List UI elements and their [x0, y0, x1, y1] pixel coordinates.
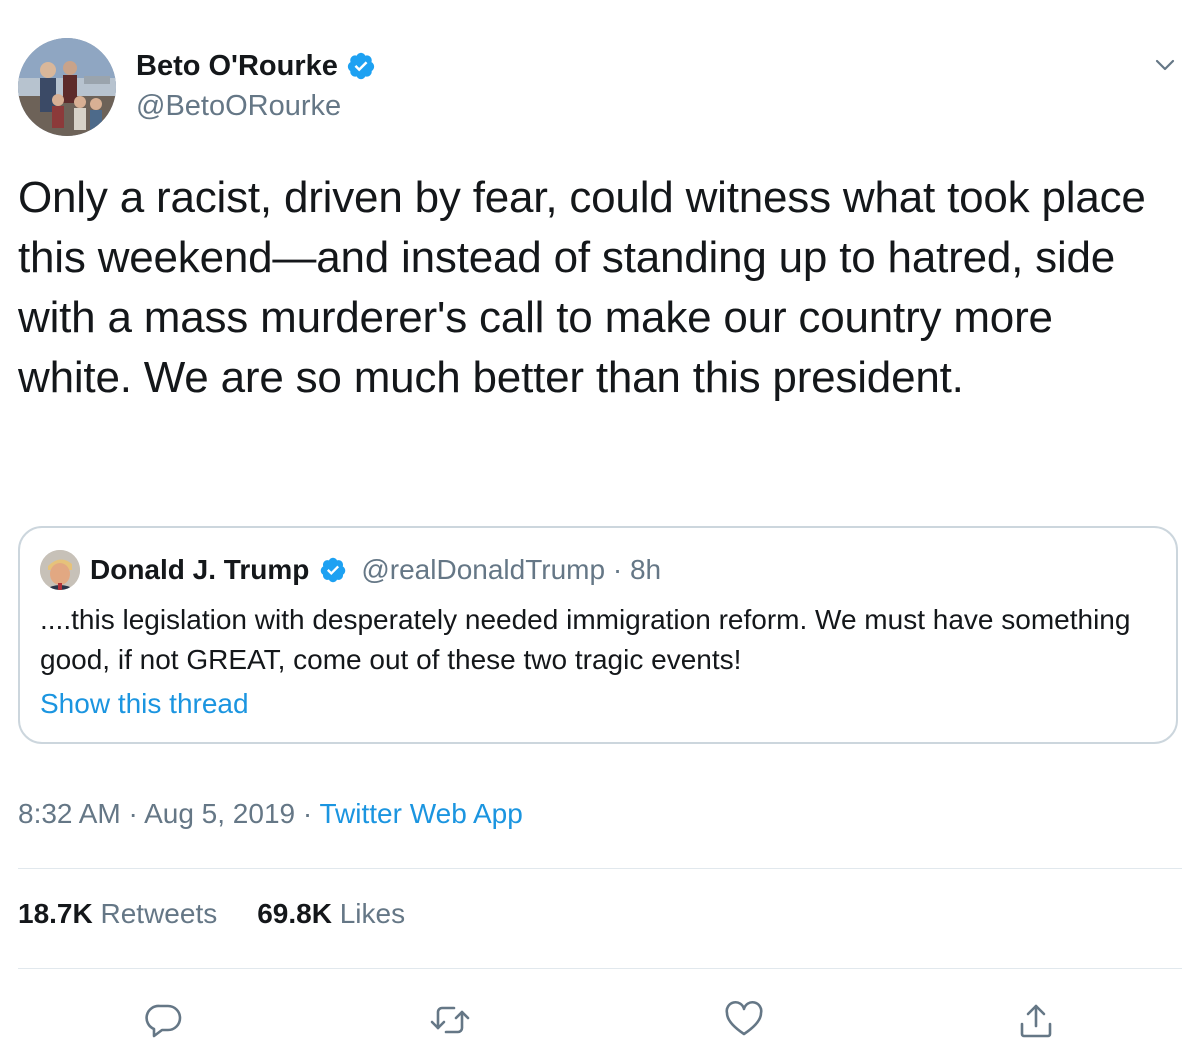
author-handle[interactable]: @BetoORourke: [136, 90, 341, 123]
quoted-tweet[interactable]: Donald J. Trump @realDonaldTrump · 8h ..…: [18, 526, 1178, 744]
quoted-author-avatar: [40, 550, 80, 590]
quoted-tweet-header: Donald J. Trump @realDonaldTrump · 8h: [40, 550, 661, 590]
quoted-tweet-text: ....this legislation with desperately ne…: [40, 604, 1131, 675]
retweets-count: 18.7K: [18, 898, 93, 929]
author-avatar[interactable]: [18, 38, 116, 136]
retweets-label: Retweets: [100, 898, 218, 929]
show-thread-link[interactable]: Show this thread: [40, 688, 249, 720]
tweet: Beto O'Rourke @BetoORourke Only a racist…: [18, 0, 1182, 1063]
divider: [18, 868, 1182, 869]
author-avatar-photo: [18, 38, 116, 136]
tweet-source-link[interactable]: Twitter Web App: [319, 798, 522, 829]
quoted-author-handle-time: @realDonaldTrump · 8h: [361, 554, 662, 585]
share-icon[interactable]: [1014, 998, 1058, 1042]
tweet-header: Beto O'Rourke @BetoORourke: [18, 38, 1182, 138]
retweet-icon[interactable]: [428, 998, 472, 1042]
tweet-meta: 8:32 AM · Aug 5, 2019 · Twitter Web App: [18, 798, 523, 830]
verified-badge-icon: [346, 51, 376, 81]
retweets-stat[interactable]: 18.7K Retweets: [18, 898, 217, 930]
tweet-text: Only a racist, driven by fear, could wit…: [18, 173, 1146, 402]
likes-count: 69.8K: [257, 898, 332, 929]
quoted-author-name: Donald J. Trump: [90, 554, 310, 585]
heart-icon[interactable]: [722, 998, 766, 1042]
tweet-stats: 18.7K Retweets 69.8K Likes: [18, 898, 405, 930]
verified-badge-icon: [319, 556, 347, 584]
divider: [18, 968, 1182, 969]
likes-stat[interactable]: 69.8K Likes: [257, 898, 405, 930]
author-name-row: Beto O'Rourke: [136, 48, 376, 84]
chevron-down-icon[interactable]: [1150, 50, 1180, 80]
author-name[interactable]: Beto O'Rourke: [136, 50, 338, 83]
tweet-timestamp[interactable]: 8:32 AM · Aug 5, 2019 ·: [18, 798, 319, 829]
likes-label: Likes: [339, 898, 406, 929]
reply-icon[interactable]: [142, 998, 186, 1042]
